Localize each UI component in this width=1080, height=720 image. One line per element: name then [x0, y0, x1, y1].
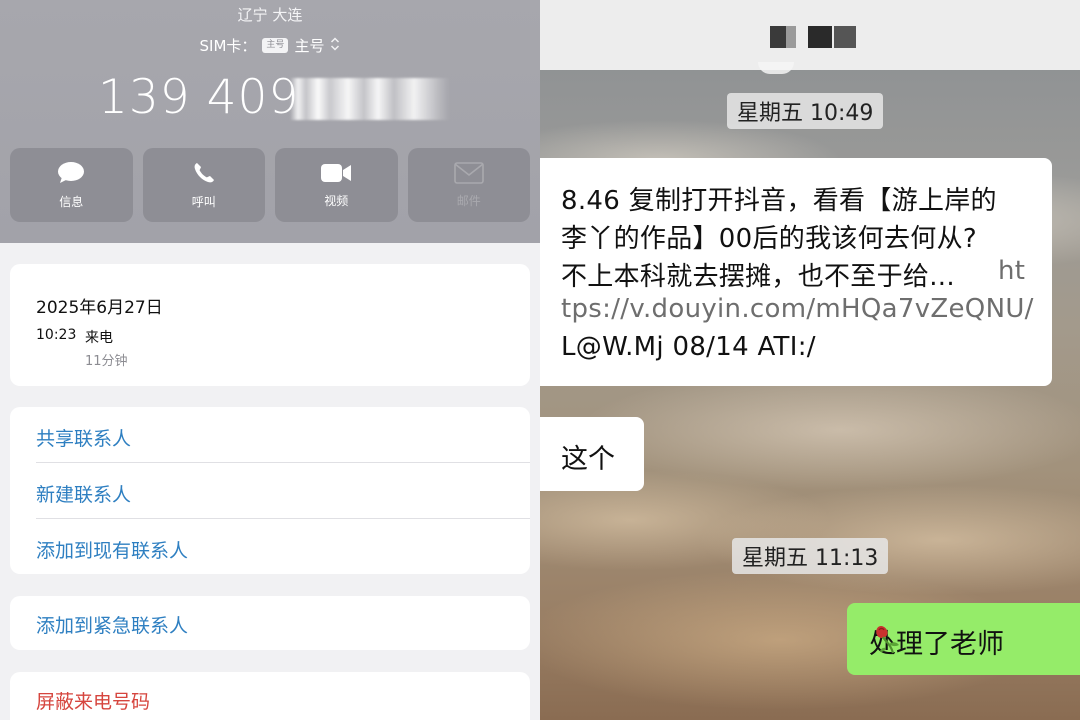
redacted-title — [808, 26, 832, 48]
call-label: 呼叫 — [191, 194, 216, 209]
message-line: 8.46 复制打开抖音，看看【游上岸的 — [561, 186, 997, 216]
message-line: 不上本科就去摆摊，也不至于给... — [561, 262, 955, 292]
video-icon — [320, 162, 352, 184]
contact-action-row: 信息 呼叫 视频 邮件 — [10, 148, 530, 222]
call-duration: 11分钟 — [85, 354, 128, 369]
add-emergency-contact-link[interactable]: 添加到紧急联系人 — [36, 611, 188, 638]
block-caller-link[interactable]: 屏蔽来电号码 — [36, 687, 150, 714]
sim-selector[interactable]: SIM卡： 主号 主号 — [0, 35, 540, 56]
phone-number: 139 409 — [98, 70, 300, 125]
call-history-card: 2025年6月27日 10:23 来电 11分钟 — [10, 264, 530, 386]
contact-header: 辽宁 大连 SIM卡： 主号 主号 139 409 信息 呼叫 视频 邮件 — [0, 0, 540, 243]
divider — [36, 518, 530, 519]
message-timestamp: 星期五 10:49 — [727, 93, 884, 129]
mail-icon — [453, 161, 484, 184]
received-message-bubble[interactable]: 这个 — [540, 417, 644, 491]
message-link[interactable]: ht — [998, 256, 1025, 286]
message-timestamp: 星期五 11:13 — [732, 538, 889, 574]
number-redaction — [290, 78, 450, 120]
redacted-title — [834, 26, 856, 48]
video-label: 视频 — [324, 193, 349, 208]
call-date: 2025年6月27日 — [36, 298, 163, 318]
sim-label: SIM卡： — [199, 37, 257, 55]
share-contact-link[interactable]: 共享联系人 — [36, 424, 131, 451]
message-icon — [57, 161, 85, 185]
video-button[interactable]: 视频 — [275, 148, 398, 222]
chevron-updown-icon — [330, 36, 340, 56]
add-to-existing-contact-link[interactable]: 添加到现有联系人 — [36, 536, 188, 563]
sim-value: 主号 — [294, 37, 325, 55]
block-card: 屏蔽来电号码 — [10, 672, 530, 720]
chat-panel: 星期五 10:49 8.46 复制打开抖音，看看【游上岸的 李丫的作品】00后的… — [540, 0, 1080, 720]
phone-icon — [192, 161, 216, 185]
sim-badge: 主号 — [262, 38, 289, 53]
new-contact-link[interactable]: 新建联系人 — [36, 480, 131, 507]
message-label: 信息 — [59, 194, 84, 209]
mail-label: 邮件 — [456, 193, 481, 208]
sent-message-bubble[interactable]: 处理了老师 — [847, 603, 1080, 675]
call-detail-panel: 辽宁 大连 SIM卡： 主号 主号 139 409 信息 呼叫 视频 邮件 20… — [0, 0, 540, 720]
redacted-title — [770, 26, 786, 48]
wilted-rose-emoji-icon — [869, 622, 903, 665]
message-line: 李丫的作品】00后的我该何去何从? — [561, 224, 977, 254]
call-type: 来电 — [85, 330, 113, 346]
message-button[interactable]: 信息 — [10, 148, 133, 222]
message-line: L@W.Mj 08/14 ATI:/ — [561, 332, 816, 362]
emergency-card: 添加到紧急联系人 — [10, 596, 530, 650]
received-message-bubble[interactable]: 8.46 复制打开抖音，看看【游上岸的 李丫的作品】00后的我该何去何从? 不上… — [540, 158, 1052, 386]
call-button[interactable]: 呼叫 — [142, 148, 265, 222]
redacted-title — [786, 26, 796, 48]
mail-button[interactable]: 邮件 — [407, 148, 530, 222]
message-link[interactable]: tps://v.douyin.com/mHQa7vZeQNU/ — [561, 294, 1034, 324]
caller-location: 辽宁 大连 — [237, 6, 303, 24]
chat-header — [540, 0, 1080, 74]
contact-options-card: 共享联系人 新建联系人 添加到现有联系人 — [10, 407, 530, 574]
message-text: 这个 — [561, 444, 615, 475]
call-time: 10:23 — [36, 327, 77, 343]
divider — [36, 462, 530, 463]
avatar — [758, 62, 794, 74]
